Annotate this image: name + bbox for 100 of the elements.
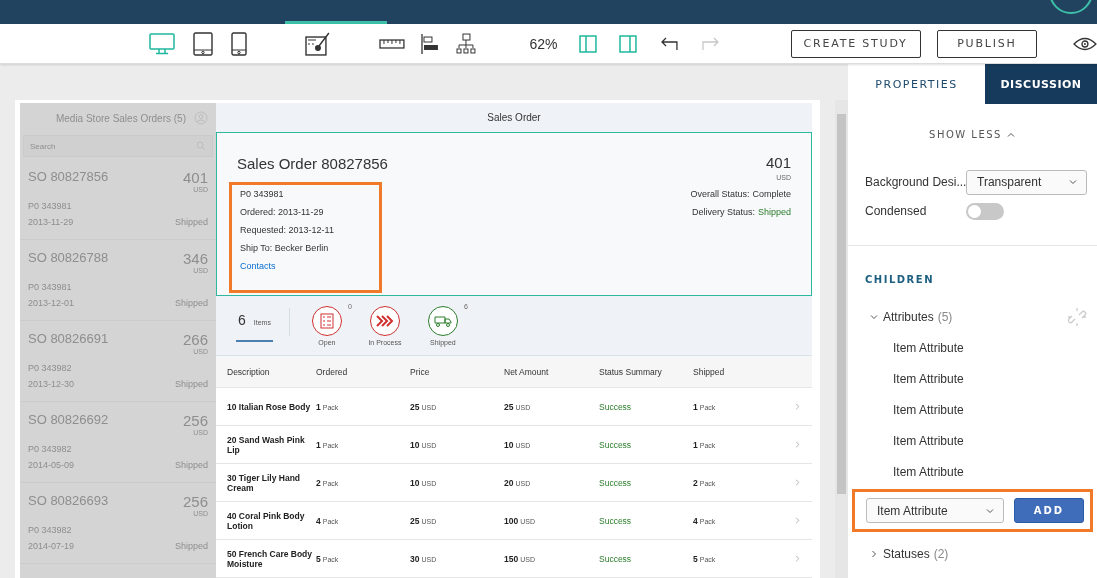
header-amount: 401 xyxy=(765,155,791,170)
order-date: 2014-05-09 xyxy=(28,460,75,470)
column-header: Ordered xyxy=(316,366,349,377)
paint-board-icon[interactable] xyxy=(305,31,332,56)
forward-icon xyxy=(375,315,394,327)
align-left-icon[interactable] xyxy=(420,32,439,55)
column-header: Status Summary xyxy=(599,366,663,377)
caret-icon xyxy=(869,312,879,322)
tree-item[interactable]: Item Attribute xyxy=(848,425,1097,456)
add-button[interactable]: ADD xyxy=(1014,498,1084,523)
tablet-icon[interactable] xyxy=(193,31,214,56)
order-number: SO 80826693 xyxy=(28,493,109,508)
table-cell-text: 40 Coral Pink Body Lotion xyxy=(227,510,306,531)
table-cell-text: Success xyxy=(599,515,633,526)
status-label: Delivery Status: xyxy=(691,207,755,217)
row-chevron-icon xyxy=(793,402,802,411)
quantity: 10 xyxy=(410,477,420,488)
quantity: 150 xyxy=(504,553,519,564)
quantity: 10 xyxy=(410,439,420,450)
object-title: Sales Order 80827856 xyxy=(237,155,388,172)
table-cell-text: 30 Tiger Lily Hand Cream xyxy=(227,472,302,493)
quantity: 100 xyxy=(504,515,519,526)
column-header: Net Amount xyxy=(504,366,550,377)
show-less-button[interactable]: SHOW LESS xyxy=(923,128,1022,141)
background-select[interactable]: Transparent xyxy=(966,169,1087,195)
po-number: P0 343982 xyxy=(28,363,72,373)
order-amount: 346 xyxy=(182,250,208,267)
truck-icon xyxy=(433,315,452,327)
quantity: 1 xyxy=(316,401,321,412)
hierarchy-icon[interactable] xyxy=(455,32,476,55)
quantity: 5 xyxy=(693,553,698,564)
order-date: 2013-12-01 xyxy=(28,298,75,308)
order-amount: 256 xyxy=(182,412,208,429)
order-status: Shipped xyxy=(174,298,208,308)
quantity: 1 xyxy=(693,439,698,450)
field-label: Background Desi... xyxy=(865,175,964,189)
header-attribute: Requested: 2013-12-11 xyxy=(240,224,335,237)
ruler-icon[interactable] xyxy=(378,37,405,50)
tree-item[interactable]: Item Attribute xyxy=(848,456,1097,487)
tree-item[interactable]: Item Attribute xyxy=(848,394,1097,425)
table-cell-text: Success xyxy=(599,553,633,564)
po-number: P0 343982 xyxy=(28,444,72,454)
quantity: 4 xyxy=(693,515,698,526)
scrollbar[interactable] xyxy=(835,100,848,578)
order-amount: 401 xyxy=(182,169,208,186)
tree-item[interactable]: Item Attribute xyxy=(848,332,1097,363)
order-date: 2013-12-30 xyxy=(28,379,75,389)
panel-tab[interactable]: DISCUSSION xyxy=(985,64,1097,104)
po-number: P0 343981 xyxy=(28,201,72,211)
quantity: 20 xyxy=(504,477,514,488)
zoom-level[interactable]: 62% xyxy=(529,35,558,52)
order-status: Shipped xyxy=(174,217,208,227)
header-attribute: Ordered: 2013-11-29 xyxy=(240,206,325,219)
quantity: 2 xyxy=(693,477,698,488)
contacts-link[interactable]: Contacts xyxy=(240,260,371,273)
create-study-button[interactable]: CREATE STUDY xyxy=(790,29,921,58)
header-attribute: P0 343981 xyxy=(240,188,285,201)
status-label: Overall Status: xyxy=(690,189,750,199)
quantity: 30 xyxy=(410,553,420,564)
table-cell-text: Success xyxy=(599,477,633,488)
master-title: Media Store Sales Orders (5) xyxy=(55,112,186,124)
section-title: CHILDREN xyxy=(865,274,935,285)
row-chevron-icon xyxy=(793,478,802,487)
quantity: 10 xyxy=(504,439,514,450)
quantity: 25 xyxy=(504,401,514,412)
field-label: Condensed xyxy=(865,204,928,218)
order-number: SO 80826691 xyxy=(28,331,109,346)
undo-icon[interactable] xyxy=(661,36,679,51)
quantity: 25 xyxy=(410,515,420,526)
status-value: Complete xyxy=(752,189,791,199)
quantity: 4 xyxy=(316,515,321,526)
condensed-toggle[interactable] xyxy=(966,202,1004,220)
quantity: 1 xyxy=(316,439,321,450)
order-number: SO 80826692 xyxy=(28,412,109,427)
order-date: 2014-07-19 xyxy=(28,541,75,551)
preview-eye-icon[interactable] xyxy=(1073,36,1097,51)
header-attribute: Ship To: Becker Berlin xyxy=(240,242,330,255)
order-number: SO 80826788 xyxy=(28,250,109,265)
status-value: Shipped xyxy=(757,207,791,217)
column-header: Shipped xyxy=(693,366,726,377)
table-cell-text: Success xyxy=(599,401,633,412)
po-number: P0 343981 xyxy=(28,282,72,292)
order-amount: 266 xyxy=(182,331,208,348)
row-chevron-icon xyxy=(793,554,802,563)
add-type-select[interactable]: Item Attribute xyxy=(866,498,1004,523)
tree-group[interactable]: Attributes (5) xyxy=(848,307,1097,327)
publish-button[interactable]: PUBLISH xyxy=(936,29,1038,58)
column-header: Description xyxy=(227,366,271,377)
tree-group[interactable]: Statuses (2) xyxy=(848,544,1097,564)
order-status: Shipped xyxy=(174,541,208,551)
po-number: P0 343982 xyxy=(28,525,72,535)
order-date: 2013-11-29 xyxy=(28,217,74,227)
phone-icon[interactable] xyxy=(231,31,248,56)
table-cell-text: 50 French Care Body Moisture xyxy=(227,548,314,569)
caret-icon xyxy=(869,549,879,559)
caret-icon xyxy=(1068,177,1078,187)
tree-item[interactable]: Item Attribute xyxy=(848,363,1097,394)
table-cell-text: 20 Sand Wash Pink Lip xyxy=(227,434,306,455)
table-cell-text: Success xyxy=(599,439,633,450)
column-header: Price xyxy=(410,366,431,377)
